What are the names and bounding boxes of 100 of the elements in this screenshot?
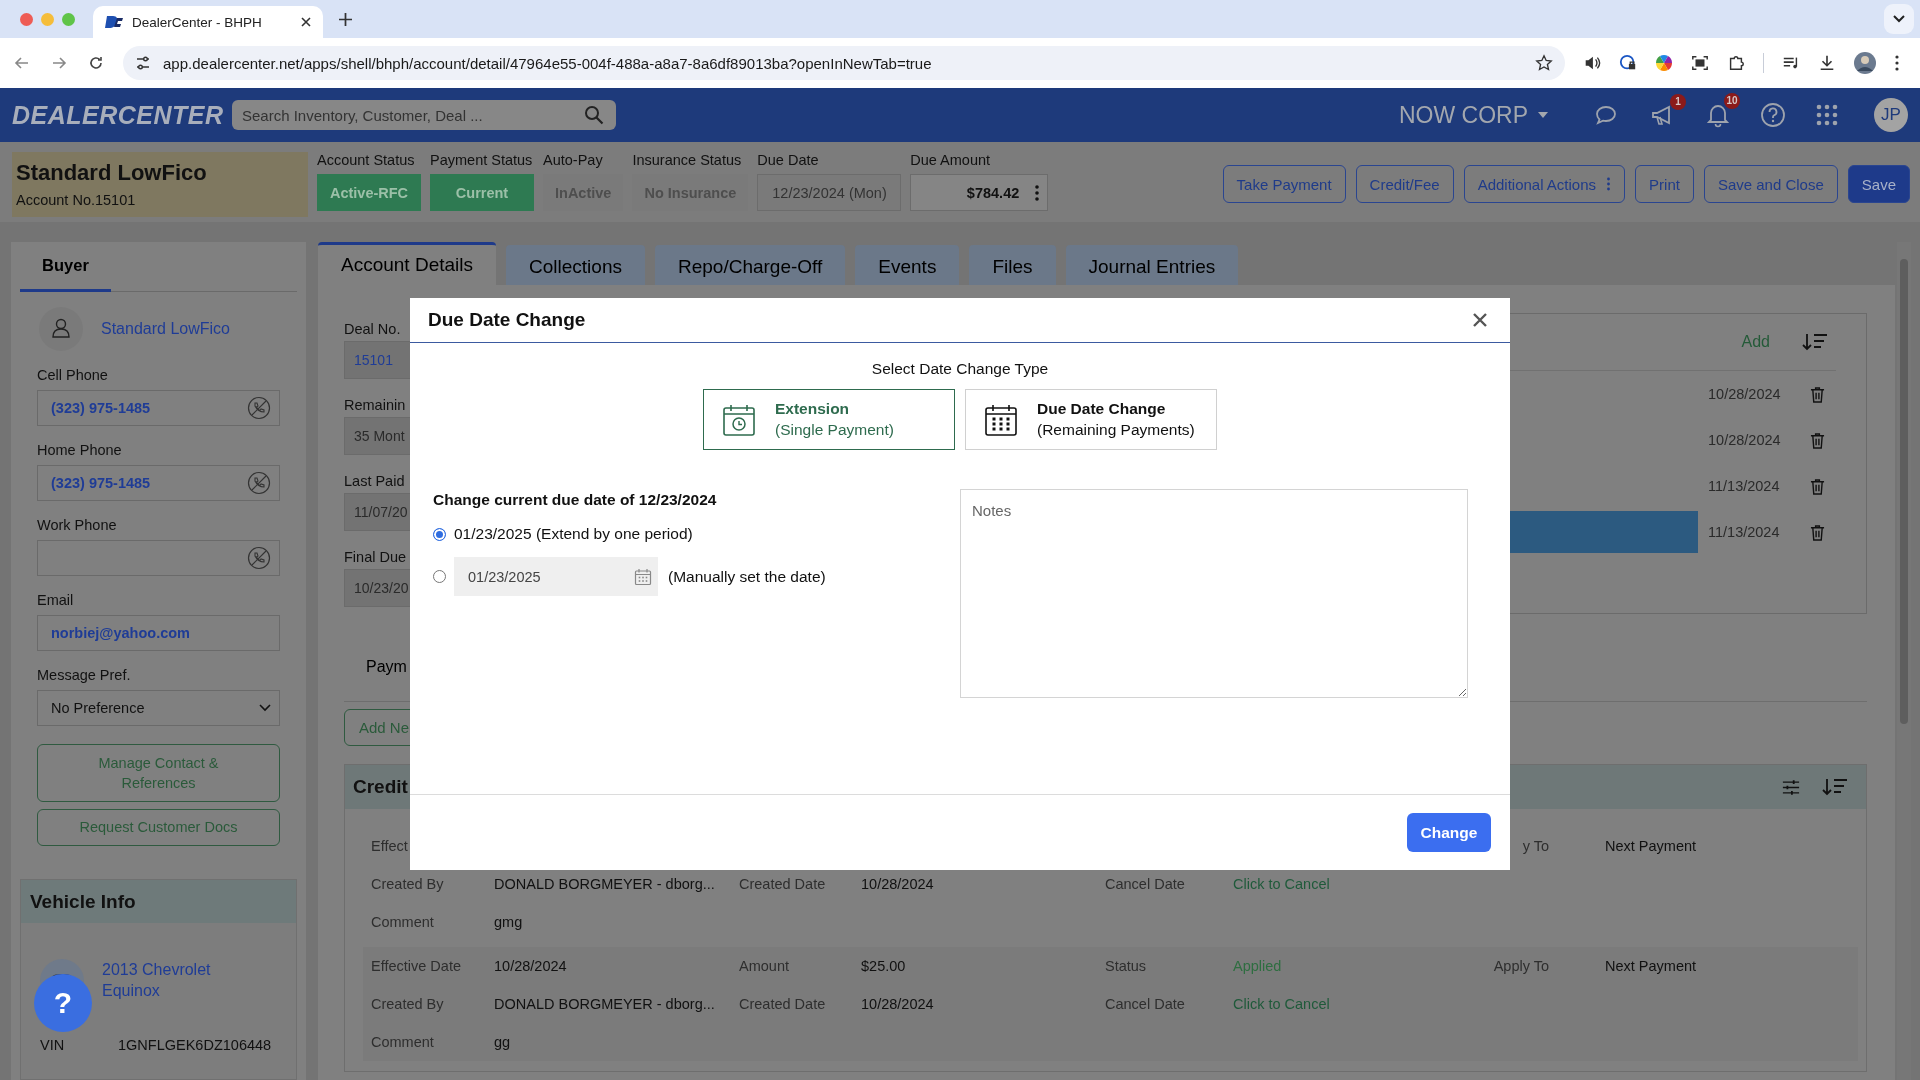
phone-icon[interactable] [247, 546, 271, 570]
close-window-button[interactable] [20, 12, 33, 26]
action-button[interactable]: Save [1847, 165, 1910, 203]
more-icon[interactable] [1894, 54, 1900, 72]
field-label: Status [1105, 958, 1147, 974]
phone-field[interactable]: (323) 975-1485 [37, 390, 280, 426]
address-bar[interactable]: app.dealercenter.net/apps/shell/bhph/account/detail/47964e55-004f-488a-a8a7-8a6df89013ba?openInNewTab=true [123, 46, 1565, 80]
account-number: Account No.15101 [16, 192, 137, 208]
status-label: Payment Status [430, 152, 534, 168]
field-label: Cancel Date [1105, 876, 1185, 892]
action-button[interactable]: Take Payment [1222, 165, 1346, 203]
option-label: (Manually set the date) [668, 567, 826, 586]
email-field[interactable]: norbiej@yahoo.com [37, 615, 280, 651]
phone-icon[interactable] [247, 471, 271, 495]
screen-capture-icon[interactable] [1691, 54, 1709, 72]
site-settings-icon[interactable] [135, 55, 151, 71]
color-wheel-icon[interactable] [1655, 54, 1673, 72]
user-avatar[interactable]: JP [1874, 98, 1908, 132]
bell-icon[interactable] [1706, 102, 1730, 128]
help-icon[interactable] [1760, 102, 1786, 128]
phone-field[interactable]: (323) 975-1485 [37, 465, 280, 501]
filter-icon[interactable] [1782, 778, 1800, 796]
status-text: Applied [1233, 958, 1282, 974]
sort-icon[interactable] [1802, 332, 1828, 352]
date-text: 10/28/2024 [1707, 432, 1782, 448]
type-option[interactable]: Due Date Change (Remaining Payments) [965, 389, 1217, 450]
type-option[interactable]: Extension (Single Payment) [703, 389, 955, 450]
status-label: Auto-Pay [543, 152, 604, 168]
download-icon[interactable] [1818, 54, 1836, 72]
tab[interactable]: Files [969, 245, 1056, 285]
caret-icon [1538, 112, 1548, 118]
reload-icon[interactable] [88, 55, 104, 71]
url-text: app.dealercenter.net/apps/shell/bhph/account/detail/47964e55-004f-488a-a8a7-8a6df89013ba?openInNewTab=true [163, 54, 933, 72]
vehicle-link[interactable]: 2013 Chevrolet Equinox [102, 960, 222, 1002]
field-value: Next Payment [1605, 958, 1697, 974]
browser-tab[interactable]: DealerCenter - BHPH [93, 6, 323, 38]
date-field[interactable]: 01/23/2025 [454, 557, 658, 596]
trash-icon[interactable] [1810, 431, 1825, 449]
search-icon[interactable] [584, 105, 604, 125]
action-button[interactable]: Print [1635, 165, 1694, 203]
action-button[interactable]: Credit/Fee [1355, 165, 1454, 203]
field-value: 10/28/2024 [494, 958, 567, 974]
trash-icon[interactable] [1810, 385, 1825, 403]
field-label: Deal No. [344, 321, 401, 337]
new-tab-icon[interactable] [339, 12, 352, 26]
apps-grid-icon[interactable] [1816, 104, 1838, 126]
forward-icon[interactable] [51, 55, 67, 71]
buyer-link[interactable]: Standard LowFico [101, 320, 230, 338]
more-icon [1606, 176, 1612, 192]
status-label: Account Status [317, 152, 416, 168]
puzzle-icon[interactable] [1727, 54, 1745, 72]
profile-avatar[interactable] [1854, 52, 1876, 74]
notes-field[interactable]: Notes [960, 489, 1468, 698]
field-label: Remainin [344, 397, 406, 413]
speaker-icon[interactable] [1583, 54, 1601, 72]
lock-badge-icon[interactable] [1619, 54, 1637, 72]
notification-badge: 10 [1724, 93, 1740, 109]
menu-button[interactable]: Additional Actions [1463, 165, 1626, 203]
trash-icon[interactable] [1810, 523, 1825, 541]
search-field[interactable]: Search Inventory, Customer, Deal ... [232, 100, 616, 130]
field-label: Comment [371, 1034, 434, 1050]
field-label: Created By [371, 996, 444, 1012]
phone-field[interactable] [37, 540, 280, 576]
logo[interactable]: DEALERCENTER [12, 100, 232, 130]
tab[interactable]: Events [855, 245, 960, 285]
star-icon[interactable] [1535, 54, 1553, 72]
option-label: 01/23/2025 (Extend by one period) [454, 525, 693, 543]
section-header: Vehicle Info [21, 880, 296, 923]
tab[interactable]: Journal Entries [1065, 245, 1239, 285]
message-pref-select[interactable]: No Preference [37, 690, 280, 726]
tab[interactable]: Repo/Charge-Off [654, 245, 846, 285]
tab[interactable]: Paym [344, 652, 429, 676]
field-label: Created Date [739, 876, 826, 892]
dialog-title: Due Date Change [428, 309, 586, 331]
logo-icon [105, 15, 123, 29]
field-label: y To [1522, 838, 1549, 854]
close-icon[interactable] [301, 17, 311, 27]
field-label: Home Phone [37, 442, 123, 458]
sort-icon[interactable] [1822, 777, 1848, 797]
field-label: Created Date [739, 996, 826, 1012]
date-text: 11/13/2024 [1707, 478, 1781, 494]
status-pill: Current [430, 174, 534, 211]
scrollbar[interactable] [1900, 259, 1908, 724]
tab[interactable]: Collections [506, 245, 645, 285]
company-menu[interactable]: NOW CORP [1398, 101, 1548, 129]
action-button[interactable]: Save and Close [1703, 165, 1838, 203]
trash-icon[interactable] [1810, 477, 1825, 495]
phone-icon[interactable] [247, 396, 271, 420]
close-icon[interactable] [1473, 313, 1487, 327]
date-text: 11/13/2024 [1707, 524, 1781, 540]
section-heading: Select Date Change Type [870, 360, 1050, 378]
field-label: Comment [371, 914, 434, 930]
back-icon[interactable] [14, 55, 30, 71]
field-value: Next Payment [1605, 838, 1697, 854]
sidebar-tab[interactable]: Buyer [20, 242, 111, 292]
change-button[interactable]: Change [1407, 813, 1491, 852]
calendar-icon[interactable] [634, 567, 652, 586]
radio-button[interactable] [433, 527, 446, 541]
chevron-down-icon[interactable] [1884, 4, 1914, 34]
tab[interactable]: Account Details [318, 242, 496, 285]
